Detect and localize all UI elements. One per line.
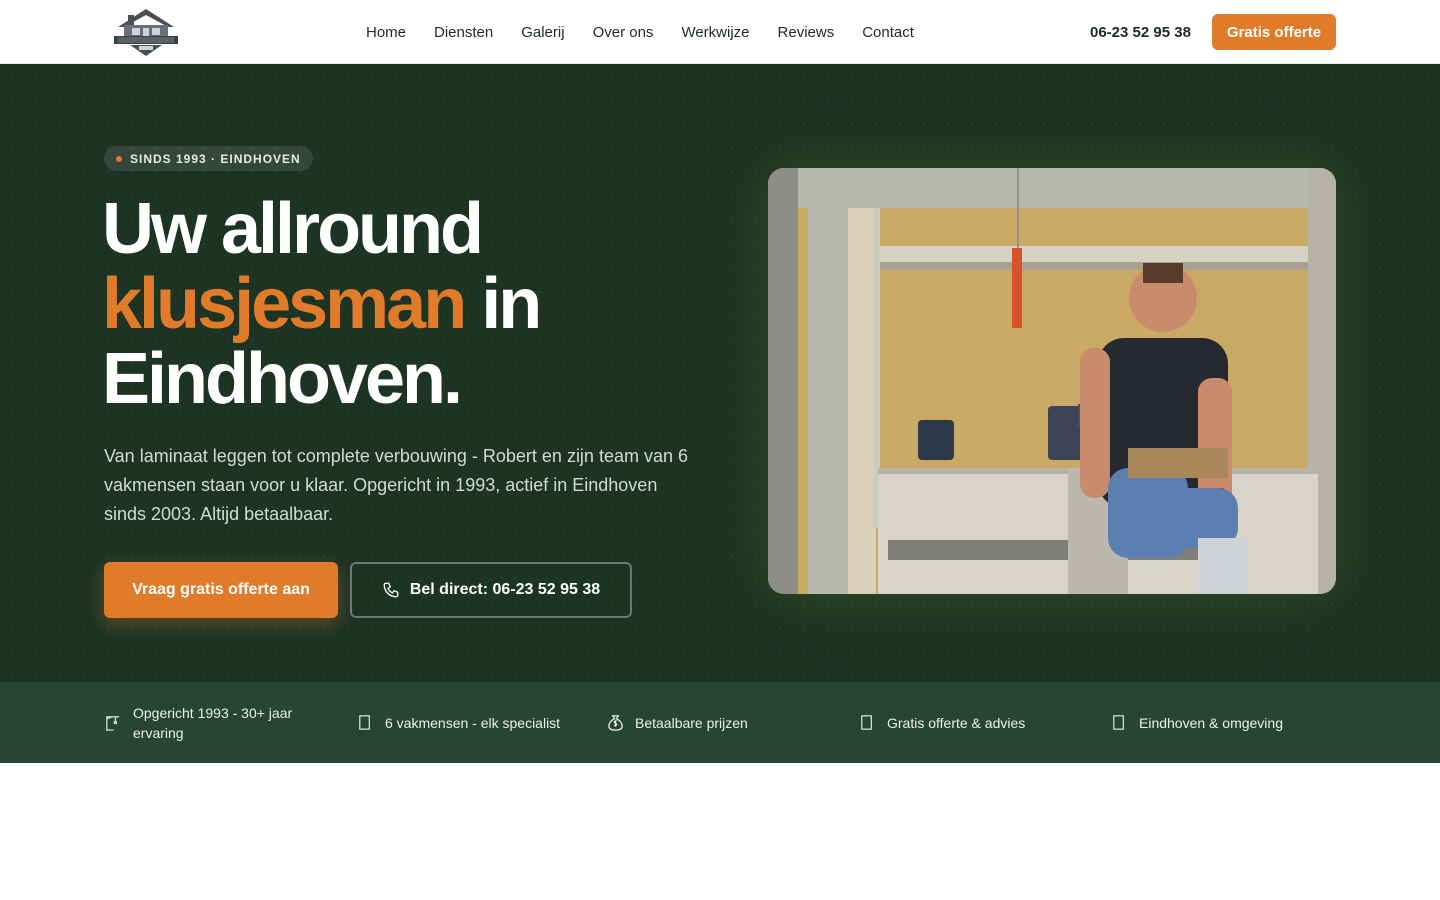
hero-subtitle: Van laminaat leggen tot complete verbouw…: [104, 446, 688, 524]
usp-item-prices: Betaalbare prijzen: [606, 682, 836, 763]
money-bag-icon: [608, 715, 623, 731]
usp-item-experience: Opgericht 1993 - 30+ jaar ervaring: [104, 682, 334, 763]
headline-line-1: Uw allround: [102, 189, 484, 269]
usp-text-prices: Betaalbare prijzen: [635, 714, 748, 731]
call-now-button[interactable]: Bel direct: 06-23 52 95 38: [350, 562, 632, 618]
nav-quote-button[interactable]: Gratis offerte: [1212, 14, 1336, 50]
nav-phone-link[interactable]: 06-23 52 95 38: [1090, 0, 1191, 64]
usp-text-experience: Opgericht 1993 - 30+ jaar ervaring: [133, 704, 293, 741]
hero-badge: SINDS 1993 · EINDHOVEN: [104, 146, 313, 171]
nav-link-werkwijze[interactable]: Werkwijze: [681, 24, 749, 41]
nav-link-diensten[interactable]: Diensten: [434, 24, 493, 41]
usp-text-location: Eindhoven & omgeving: [1139, 714, 1283, 731]
hero-section: SINDS 1993 · EINDHOVEN Uw allround klusj…: [0, 64, 1440, 682]
company-logo[interactable]: [110, 5, 182, 57]
logo-house-icon: [114, 9, 178, 56]
usp-text-team: 6 vakmensen - elk specialist: [385, 714, 561, 731]
phone-icon: [383, 582, 399, 598]
badge-label: SINDS 1993 · EINDHOVEN: [130, 151, 301, 166]
badge-dot-icon: [116, 155, 122, 162]
main-nav: Home Diensten Galerij Over ons Werkwijze…: [366, 0, 914, 64]
crane-icon: [105, 716, 120, 731]
usp-item-quote: Gratis offerte & advies: [858, 682, 1088, 763]
document-icon: [861, 715, 872, 730]
handyman-photo-illustration: [768, 168, 1336, 594]
usp-item-location: Eindhoven & omgeving: [1110, 682, 1340, 763]
location-pin-icon: [1113, 715, 1124, 730]
hero-photo-handyman: [768, 168, 1336, 594]
usp-text-quote: Gratis offerte & advies: [887, 714, 1026, 731]
nav-link-galerij[interactable]: Galerij: [521, 24, 564, 41]
request-quote-button[interactable]: Vraag gratis offerte aan: [104, 562, 338, 618]
usp-item-team: 6 vakmensen - elk specialist: [356, 682, 586, 763]
nav-link-home[interactable]: Home: [366, 24, 406, 41]
headline-line-3: Eindhoven.: [102, 339, 463, 419]
nav-link-reviews[interactable]: Reviews: [778, 24, 835, 41]
top-navbar: Home Diensten Galerij Over ons Werkwijze…: [0, 0, 1440, 64]
headline-accent: klusjesman: [102, 264, 467, 344]
usp-bar: Opgericht 1993 - 30+ jaar ervaring 6 vak…: [0, 682, 1440, 763]
hero-headline: Uw allround klusjesman in Eindhoven.: [102, 192, 702, 417]
call-now-label: Bel direct: 06-23 52 95 38: [409, 581, 601, 598]
team-icon: [359, 715, 370, 730]
nav-link-over-ons[interactable]: Over ons: [593, 24, 654, 41]
nav-link-contact[interactable]: Contact: [862, 24, 914, 41]
headline-mid: in: [464, 264, 542, 344]
